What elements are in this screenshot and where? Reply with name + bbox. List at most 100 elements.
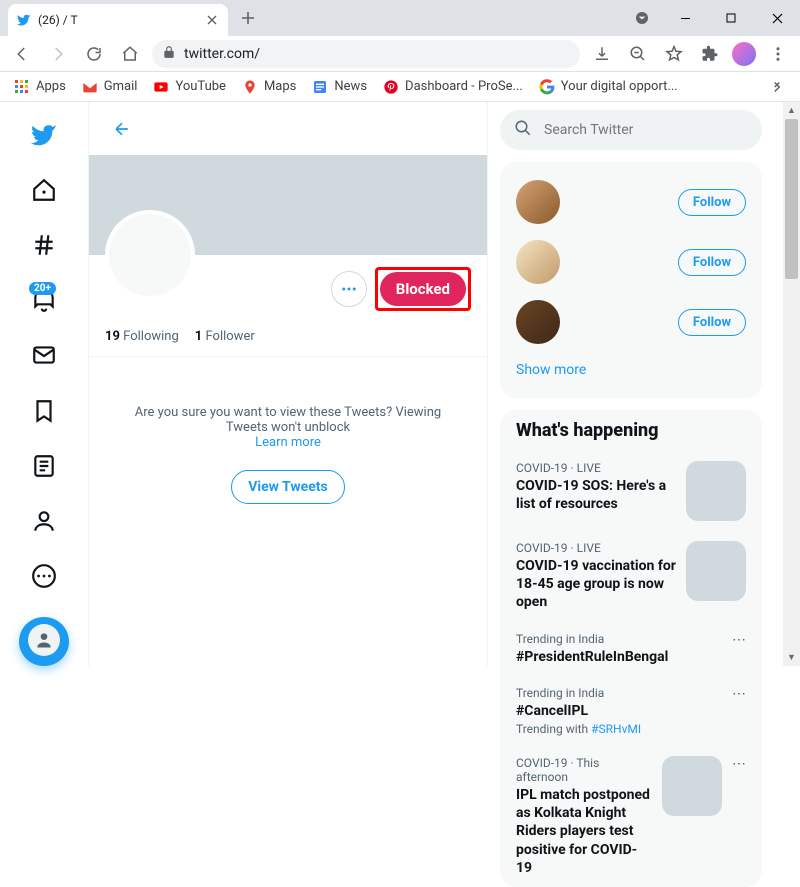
browser-menu-button[interactable]: [764, 40, 792, 68]
trend-item[interactable]: COVID-19 · LIVE COVID-19 SOS: Here's a li…: [500, 451, 762, 531]
trend-meta: COVID-19 · LIVE: [516, 461, 676, 475]
followers-link[interactable]: 1 Follower: [195, 329, 255, 344]
profile-avatar[interactable]: [105, 210, 195, 300]
twitter-sidebar: 20+: [0, 102, 88, 666]
trend-more-button[interactable]: ⋯: [732, 632, 746, 666]
bookmark-label: Maps: [264, 79, 296, 94]
trend-subtext: Trending with #SRHvMI: [516, 722, 722, 736]
trend-meta: Trending in India: [516, 632, 722, 646]
user-avatar: [516, 180, 560, 224]
search-input[interactable]: [544, 122, 748, 138]
trend-meta: Trending in India: [516, 686, 722, 700]
nav-back-button[interactable]: [8, 40, 36, 68]
browser-tab[interactable]: (26) / T: [8, 4, 228, 36]
bookmark-maps[interactable]: Maps: [236, 75, 302, 99]
follow-suggestion[interactable]: Follow: [500, 292, 762, 352]
whats-happening-card: What's happening COVID-19 · LIVECOVID-19…: [500, 410, 762, 887]
bookmark-star-icon[interactable]: [660, 40, 688, 68]
follow-suggestion[interactable]: Follow: [500, 172, 762, 232]
browser-titlebar: (26) / T: [0, 0, 800, 36]
profile-avatar-button[interactable]: [732, 42, 756, 66]
trend-item[interactable]: Trending in India #CancelIPL Trending with…: [500, 676, 762, 746]
nav-profile[interactable]: [19, 496, 69, 545]
trend-meta: COVID-19 · LIVE: [516, 541, 676, 555]
nav-home[interactable]: [19, 165, 69, 214]
bookmark-label: News: [334, 79, 367, 94]
home-button[interactable]: [116, 40, 144, 68]
blocked-button[interactable]: Blocked: [380, 272, 466, 306]
lock-icon: [162, 44, 176, 63]
url-text: twitter.com/: [184, 46, 570, 62]
install-app-icon[interactable]: [588, 40, 616, 68]
show-more-link[interactable]: Show more: [500, 352, 762, 388]
bookmark-gmail[interactable]: Gmail: [76, 75, 144, 99]
twitter-logo-button[interactable]: [19, 110, 69, 159]
extensions-icon[interactable]: [696, 40, 724, 68]
trend-title: COVID-19 SOS: Here's a list of resources: [516, 477, 676, 513]
trend-thumbnail: [662, 756, 722, 816]
bookmark-digital[interactable]: Your digital opport...: [533, 75, 684, 99]
follow-button[interactable]: Follow: [678, 189, 746, 216]
zoom-icon[interactable]: [624, 40, 652, 68]
blocked-message-text: Are you sure you want to view these Twee…: [113, 405, 463, 435]
page-scrollbar[interactable]: ▲ ▼: [783, 102, 800, 666]
bookmark-apps[interactable]: Apps: [8, 75, 72, 99]
nav-bookmarks[interactable]: [19, 386, 69, 435]
scrollbar-thumb[interactable]: [785, 119, 798, 279]
account-switcher[interactable]: [28, 624, 60, 656]
bookmark-news[interactable]: News: [306, 75, 373, 99]
trend-thumbnail: [686, 541, 746, 601]
omnibox[interactable]: twitter.com/: [152, 40, 580, 68]
minimize-button[interactable]: [662, 3, 708, 33]
tab-close-button[interactable]: [204, 12, 220, 28]
annotation-highlight: Blocked: [375, 267, 471, 311]
trend-more-button[interactable]: ⋯: [732, 686, 746, 736]
pinterest-icon: [383, 79, 399, 95]
trend-item[interactable]: COVID-19 · This afternoonIPL match postp…: [500, 746, 762, 887]
scroll-up-arrow[interactable]: ▲: [783, 102, 800, 119]
follow-button[interactable]: Follow: [678, 249, 746, 276]
nav-lists[interactable]: [19, 441, 69, 490]
user-avatar: [516, 240, 560, 284]
twitter-favicon-icon: [16, 12, 32, 28]
reload-button[interactable]: [80, 40, 108, 68]
user-avatar: [516, 300, 560, 344]
bookmark-youtube[interactable]: YouTube: [147, 75, 232, 99]
news-icon: [312, 79, 328, 95]
nav-messages[interactable]: [19, 331, 69, 380]
bookmark-label: Apps: [36, 79, 66, 94]
follow-suggestion[interactable]: Follow: [500, 232, 762, 292]
bookmarks-bar: Apps Gmail YouTube Maps News Dashboard -…: [0, 72, 800, 102]
trend-item[interactable]: Trending in India #PresidentRuleInBengal ⋯: [500, 622, 762, 676]
notification-badge: 20+: [29, 282, 56, 295]
page-content: 20+ Blocked 19: [0, 102, 800, 666]
search-icon: [514, 119, 532, 141]
following-link[interactable]: 19 Following: [105, 329, 179, 344]
bookmark-label: Your digital opport...: [561, 79, 678, 94]
new-tab-button[interactable]: [234, 4, 262, 32]
search-box[interactable]: [500, 110, 762, 150]
trend-item[interactable]: COVID-19 · LIVECOVID-19 vaccination for …: [500, 531, 762, 622]
blocked-message-panel: Are you sure you want to view these Twee…: [89, 356, 487, 528]
close-window-button[interactable]: [754, 3, 800, 33]
trend-thumbnail: [686, 461, 746, 521]
profile-more-button[interactable]: [331, 271, 367, 307]
bookmark-label: Dashboard - ProSe...: [405, 79, 523, 94]
bookmark-dashboard[interactable]: Dashboard - ProSe...: [377, 75, 529, 99]
whats-happening-title: What's happening: [500, 410, 762, 451]
trend-more-button[interactable]: ⋯: [732, 756, 746, 877]
trend-title: #PresidentRuleInBengal: [516, 648, 722, 666]
view-tweets-button[interactable]: View Tweets: [231, 470, 344, 504]
nav-more[interactable]: [19, 552, 69, 601]
scroll-down-arrow[interactable]: ▼: [783, 649, 800, 666]
nav-notifications[interactable]: 20+: [19, 276, 69, 325]
profile-actions-row: Blocked: [89, 255, 487, 311]
trend-meta: COVID-19 · This afternoon: [516, 756, 652, 784]
bookmarks-overflow-button[interactable]: [762, 74, 792, 100]
trend-title: #CancelIPL: [516, 702, 722, 720]
back-button[interactable]: [105, 112, 139, 146]
follow-button[interactable]: Follow: [678, 309, 746, 336]
learn-more-link[interactable]: Learn more: [113, 435, 463, 450]
maximize-button[interactable]: [708, 3, 754, 33]
nav-explore[interactable]: [19, 220, 69, 269]
